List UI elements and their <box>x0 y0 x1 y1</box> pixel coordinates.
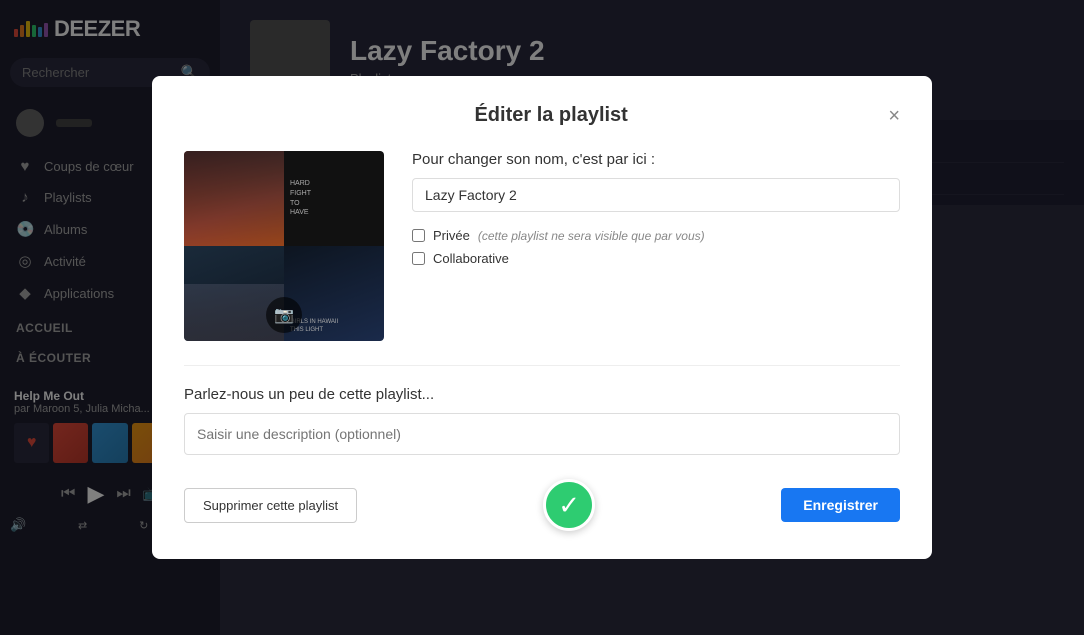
description-input[interactable] <box>220 413 900 455</box>
private-checkbox-row: Privée (cette playlist ne sera visible q… <box>412 228 900 243</box>
camera-button[interactable]: 📷 <box>266 297 302 333</box>
close-button[interactable]: × <box>888 106 900 126</box>
cover-area: HARDFIGHTTOHAVE GIRLS IN HAWAIITHIS LIGH… <box>220 151 384 341</box>
modal-title: Éditer la playlist <box>220 104 888 127</box>
modal-overlay: Éditer la playlist × HARDFIGHTTOHAVE <box>220 0 1084 635</box>
private-hint: (cette playlist ne sera visible que par … <box>478 229 705 243</box>
modal-form: Pour changer son nom, c'est par ici : Pr… <box>412 151 900 341</box>
name-label: Pour changer son nom, c'est par ici : <box>412 151 900 168</box>
cover-quadrant-4: GIRLS IN HAWAIITHIS LIGHT <box>284 246 384 341</box>
description-section: Parlez-nous un peu de cette playlist... <box>220 365 900 455</box>
playlist-cover: HARDFIGHTTOHAVE GIRLS IN HAWAIITHIS LIGH… <box>220 151 384 341</box>
modal-header: Éditer la playlist × <box>220 104 900 127</box>
cover-quadrant-1 <box>220 151 284 246</box>
private-label: Privée <box>433 228 470 243</box>
description-label: Parlez-nous un peu de cette playlist... <box>220 386 900 403</box>
modal-body: HARDFIGHTTOHAVE GIRLS IN HAWAIITHIS LIGH… <box>220 151 900 341</box>
collaborative-label: Collaborative <box>433 251 509 266</box>
collaborative-checkbox[interactable] <box>412 252 425 265</box>
edit-playlist-modal: Éditer la playlist × HARDFIGHTTOHAVE <box>220 76 932 559</box>
private-checkbox[interactable] <box>412 229 425 242</box>
save-button[interactable]: Enregistrer <box>781 488 900 522</box>
delete-playlist-button[interactable]: Supprimer cette playlist <box>220 488 357 523</box>
playlist-name-input[interactable] <box>412 178 900 212</box>
collaborative-checkbox-row: Collaborative <box>412 251 900 266</box>
modal-footer: Supprimer cette playlist ✓ Enregistrer <box>220 479 900 531</box>
main-content: Lazy Factory 2 Playlist • ... 47 ♥ This … <box>220 0 1084 635</box>
confirm-badge: ✓ <box>543 479 595 531</box>
cover-quadrant-2: HARDFIGHTTOHAVE <box>284 151 384 246</box>
